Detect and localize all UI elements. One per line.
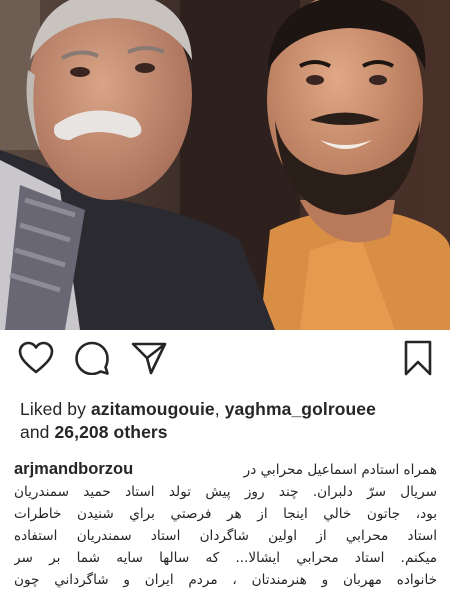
paper-plane-icon xyxy=(131,342,167,375)
like-button[interactable] xyxy=(14,336,58,380)
caption-line: میکنم. استاد محرابي ايشالا... كه سالها س… xyxy=(14,549,437,566)
comment-button[interactable] xyxy=(70,336,114,380)
liker-username[interactable]: azitamougouie xyxy=(91,399,215,419)
likes-separator: , xyxy=(214,399,225,419)
comment-bubble-icon xyxy=(75,341,109,375)
caption-line: همراه استادم اسماعیل محرابي در xyxy=(243,461,437,478)
caption-line: خانواده مهربان و هنرمندتان ، مردم ايران … xyxy=(14,571,437,588)
caption-line: استاد محرابي از اولين شاگردان استاد سمند… xyxy=(14,527,437,544)
bookmark-outline-icon xyxy=(404,340,432,376)
likes-prefix: Liked by xyxy=(20,399,91,419)
likes-count[interactable]: 26,208 others xyxy=(54,422,167,442)
likes-and: and xyxy=(20,422,55,442)
liker-username[interactable]: yaghma_golrouee xyxy=(225,399,376,419)
save-button[interactable] xyxy=(396,336,440,380)
share-button[interactable] xyxy=(127,336,171,380)
post-action-bar xyxy=(0,336,450,390)
likes-summary: Liked by azitamougouie, yaghma_golrouee … xyxy=(20,398,440,444)
selfie-photo xyxy=(0,0,450,330)
caption-line: بود، جاتون خالي اينجا از هر فرصتي براي ش… xyxy=(14,505,437,522)
caption-line: سريال سرّ دلبران. چند روز پیش تولد استاد… xyxy=(14,483,437,500)
post-photo[interactable] xyxy=(0,0,450,330)
heart-outline-icon xyxy=(18,341,54,374)
post-caption: arjmandborzou همراه استادم اسماعیل محراب… xyxy=(14,458,437,591)
